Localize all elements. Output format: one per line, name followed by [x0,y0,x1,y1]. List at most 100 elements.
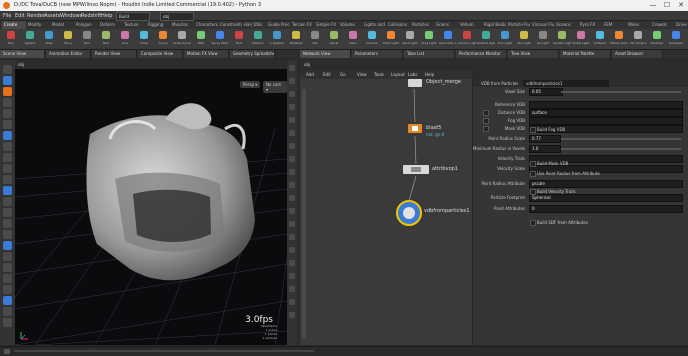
param-field[interactable]: Spherical [529,194,683,202]
shelf-tool-button[interactable]: Stereo Cam [610,30,628,48]
display-option-icon[interactable] [289,260,295,266]
shelf-tab[interactable]: Pyro FX [578,21,602,29]
param-checkbox[interactable] [530,189,536,195]
shelf-tab[interactable]: Collisions [386,21,410,29]
network-menu-item[interactable]: Labs [408,72,417,77]
shelf-tab[interactable]: Muscles [170,21,194,29]
display-option-icon[interactable] [289,195,295,201]
context-selector[interactable]: obj [160,12,194,21]
maximize-button[interactable]: ☐ [661,1,673,10]
shelf-tool-button[interactable]: Line [118,30,132,48]
param-field[interactable]: surface [529,109,683,117]
display-option-icon[interactable] [289,169,295,175]
viewport-tool-icon[interactable] [3,131,12,140]
display-option-icon[interactable] [289,273,295,279]
node-blast[interactable] [408,124,422,133]
shelf-tool-button[interactable]: File [308,30,322,48]
shelf-tool-button[interactable]: Camera [365,30,379,48]
shelf-tab[interactable]: Hair Utils [242,21,266,29]
network-scrollbar[interactable] [302,89,306,339]
display-option-icon[interactable] [289,78,295,84]
shelf-tab[interactable]: Create [2,21,26,29]
shelf-tool-button[interactable]: Draw Curve [173,30,191,48]
shelf-tab[interactable]: Simple FX [314,21,338,29]
network-menu-item[interactable]: Go [340,72,346,77]
display-option-icon[interactable] [289,312,295,318]
viewport-tool-icon[interactable] [3,186,12,195]
display-option-icon[interactable] [289,299,295,305]
viewport-tool-icon[interactable] [3,263,12,272]
network-menu-item[interactable]: Help [425,72,434,77]
shelf-tab[interactable]: Crowds [650,21,674,29]
viewport-tool-icon[interactable] [3,230,12,239]
shelf-tab[interactable]: Wires [626,21,650,29]
param-field[interactable]: 0 [529,205,683,213]
param-field[interactable] [529,117,683,125]
display-option-icon[interactable] [289,104,295,110]
shelf-tool-button[interactable]: Gamepad [669,30,683,48]
left-pane-tab[interactable]: Motion FX View [184,50,229,58]
shelf-tool-button[interactable]: Caustic Light [553,30,571,48]
viewport-tool-icon[interactable] [3,274,12,283]
viewport-tool-icon[interactable] [3,252,12,261]
param-field[interactable]: 0.05 [529,88,563,96]
menu-help[interactable]: Help [101,13,112,19]
shelf-tool-button[interactable]: Switcher [650,30,664,48]
shelf-tab[interactable]: Particle Fluids [506,21,530,29]
display-option-icon[interactable] [289,156,295,162]
param-slider[interactable] [561,138,681,140]
param-checkbox[interactable] [530,127,536,133]
display-option-icon[interactable] [289,221,295,227]
param-checkbox[interactable] [530,161,536,167]
network-editor[interactable]: Object_merge blast5 not: @i-0 attribvop1… [300,79,472,345]
shelf-tool-button[interactable]: Sphere [23,30,37,48]
network-menu-item[interactable]: Tools [374,72,384,77]
menu-redshift[interactable]: Redshift [81,13,101,19]
shelf-tab[interactable]: Characters [194,21,218,29]
viewport-tool-icon[interactable] [3,109,12,118]
display-option-icon[interactable] [289,117,295,123]
viewport-tool-icon[interactable] [3,98,12,107]
viewport-tool-icon[interactable] [3,175,12,184]
shelf-tool-button[interactable]: Env Light [498,30,512,48]
shelf-tab[interactable]: Polygon [74,21,98,29]
node-attribvop[interactable] [403,165,429,174]
param-field[interactable]: pscale [529,180,683,188]
menu-assets[interactable]: Assets [44,13,60,19]
shelf-tool-button[interactable]: Path [194,30,208,48]
menu-file[interactable]: File [3,13,11,19]
shelf-tool-button[interactable]: Spiral [327,30,341,48]
viewport-tool-icon[interactable] [3,153,12,162]
shelf-tab[interactable]: Deform [98,21,122,29]
network-menu-item[interactable]: View [357,72,367,77]
shelf-tab[interactable]: Vellum [458,21,482,29]
right-pane-tab[interactable]: Performance Monitor [456,50,507,58]
node-vdbfromparticles[interactable] [396,200,422,226]
shelf-tab[interactable]: Oceans [554,21,578,29]
display-option-icon[interactable] [289,143,295,149]
network-menu-item[interactable]: Layout [391,72,405,77]
viewport-tool-icon[interactable] [3,142,12,151]
shelf-tool-button[interactable]: Font [232,30,246,48]
right-pane-tab[interactable]: Network View [300,50,351,58]
shelf-tool-button[interactable]: L-System [270,30,284,48]
param-checkbox[interactable] [530,220,536,226]
right-pane-tab[interactable]: Parameters [352,50,403,58]
right-pane-tab[interactable]: Tree View [508,50,559,58]
right-pane-tab[interactable]: Material Palette [560,50,611,58]
param-field[interactable]: 0.77 [529,135,561,143]
shelf-tool-button[interactable]: Volume Light [458,30,476,48]
node-name-field[interactable]: vdbfromparticles1 [523,80,609,87]
left-pane-tab[interactable]: Scene View [0,50,45,58]
viewport-tool-icon[interactable] [3,65,12,74]
display-option-icon[interactable] [289,65,295,71]
shelf-tab[interactable]: Constraints [218,21,242,29]
cam-selector[interactable]: No cam ▾ [263,81,287,93]
param-slider[interactable] [561,91,681,93]
left-pane-tab[interactable]: Composite View [138,50,183,58]
shelf-tab[interactable]: Rigging [146,21,170,29]
shelf-tab[interactable]: Modify [26,21,50,29]
viewport-tool-icon[interactable] [3,208,12,217]
close-button[interactable]: ✕ [675,1,687,10]
viewport-tool-icon[interactable] [3,285,12,294]
